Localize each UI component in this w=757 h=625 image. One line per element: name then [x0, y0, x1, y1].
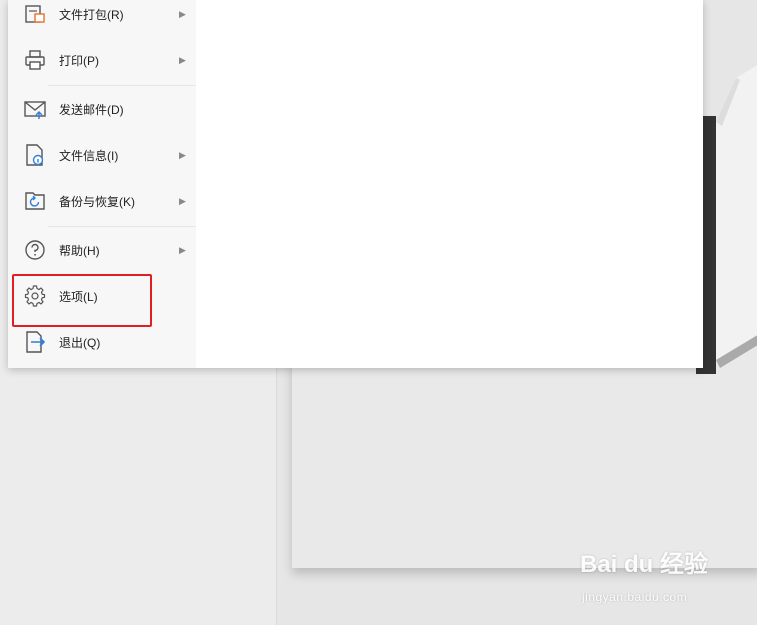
watermark-brand: Bai du 经验 [580, 551, 709, 578]
exit-icon [26, 331, 46, 353]
menu-item-print[interactable]: 打印(P) ▶ [8, 40, 196, 80]
menu-item-label: 文件打包(R) [59, 7, 124, 22]
menu-item-label: 备份与恢复(K) [59, 194, 135, 209]
menu-item-help[interactable]: 帮助(H) ▶ [8, 230, 196, 270]
file-info-icon [26, 144, 44, 166]
menu-item-exit[interactable]: 退出(Q) [8, 322, 196, 362]
menu-separator [48, 226, 196, 227]
printer-icon [25, 50, 45, 70]
menu-item-file-info[interactable]: 文件信息(I) ▶ [8, 135, 196, 175]
menu-item-label: 发送邮件(D) [59, 102, 124, 117]
baidu-jingyan-watermark: Bai du 经验 jingyan.baidu.com [580, 544, 750, 608]
book-illustration [696, 65, 757, 374]
backup-restore-icon [25, 192, 45, 210]
menu-item-label: 帮助(H) [59, 243, 100, 258]
mail-icon [24, 101, 46, 119]
menu-separator [48, 85, 196, 86]
menu-item-label: 文件信息(I) [59, 148, 119, 163]
submenu-arrow-icon: ▶ [179, 244, 186, 255]
watermark-url: jingyan.baidu.com [582, 590, 688, 604]
submenu-arrow-icon: ▶ [179, 195, 186, 206]
submenu-arrow-icon: ▶ [179, 54, 186, 65]
menu-item-backup-restore[interactable]: 备份与恢复(K) ▶ [8, 181, 196, 221]
submenu-arrow-icon: ▶ [179, 149, 186, 160]
submenu-arrow-icon: ▶ [179, 8, 186, 19]
menu-item-label: 退出(Q) [59, 335, 101, 350]
menu-item-label: 打印(P) [59, 53, 99, 68]
options-highlight-box [12, 274, 152, 327]
menu-item-send-mail[interactable]: 发送邮件(D) [8, 89, 196, 129]
menu-content-area [196, 0, 703, 368]
menu-item-file-package[interactable]: 文件打包(R) ▶ [8, 0, 196, 34]
help-icon [25, 240, 45, 260]
package-icon [25, 5, 45, 23]
